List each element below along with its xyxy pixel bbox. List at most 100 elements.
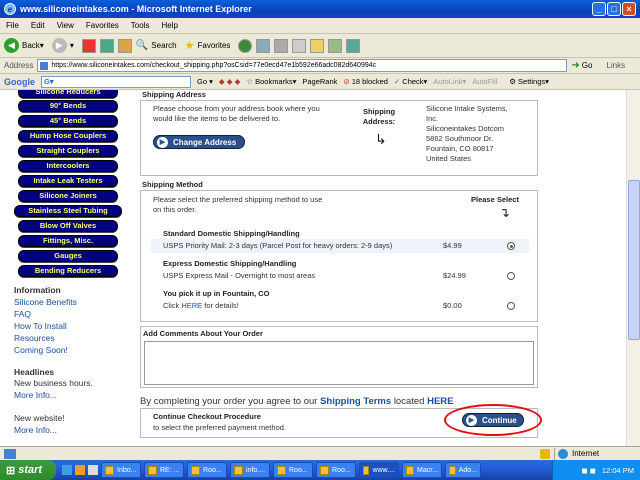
shipping-option-row[interactable]: Click HERE for details! $0.00 (151, 299, 529, 313)
google-go-button[interactable]: Go ▾ (197, 77, 213, 86)
continue-button[interactable]: ▶ Continue (462, 413, 524, 427)
nav-intake-leak-testers[interactable]: Intake Leak Testers (18, 175, 118, 187)
task-ado[interactable]: Ado... (445, 462, 481, 478)
back-button[interactable]: ◀ Back ▾ (4, 38, 44, 53)
pickup-details-link[interactable]: HERE (181, 301, 202, 310)
settings-button[interactable]: ⚙ Settings ▾ (509, 77, 549, 86)
terms-here-link[interactable]: HERE (427, 396, 453, 407)
task-inbox[interactable]: Inbo... (101, 462, 141, 478)
scrollbar-thumb[interactable] (628, 180, 640, 340)
google-options-icons[interactable]: ◆ ◆ ◆ (219, 77, 240, 86)
menu-favorites[interactable]: Favorites (80, 21, 125, 30)
quicklaunch-icon[interactable] (75, 465, 85, 475)
quicklaunch-ie-icon[interactable] (62, 465, 72, 475)
address-line: Fountain, CO 80817 (426, 144, 494, 153)
task-roo[interactable]: Roo... (273, 462, 313, 478)
nav-intercoolers[interactable]: Intercoolers (18, 160, 118, 172)
nav-90-bends[interactable]: 90° Bends (18, 100, 118, 112)
favorites-button[interactable]: ★ Favorites (185, 39, 231, 52)
nav-gauges[interactable]: Gauges (18, 250, 118, 262)
link-faq[interactable]: FAQ (14, 308, 134, 320)
nav-fittings-misc[interactable]: Fittings, Misc. (18, 235, 118, 247)
info-box: Information Silicone Benefits FAQ How To… (14, 284, 134, 436)
minimize-button[interactable]: _ (592, 2, 606, 16)
option-price: $4.99 (443, 241, 462, 250)
comments-textarea[interactable] (144, 341, 534, 385)
stop-icon[interactable] (81, 38, 96, 53)
link-silicone-benefits[interactable]: Silicone Benefits (14, 296, 134, 308)
vertical-scrollbar[interactable] (626, 90, 640, 446)
address-line: 5862 Southmoor Dr. (426, 134, 494, 143)
shipping-radio-express[interactable] (507, 272, 515, 280)
shipping-terms-link[interactable]: Shipping Terms (320, 396, 391, 407)
nav-hump-hose-couplers[interactable]: Hump Hose Couplers (18, 130, 118, 142)
method-instructions-line: on this order. (153, 205, 197, 214)
change-address-button[interactable]: ▶ Change Address (153, 135, 245, 149)
link-resources[interactable]: Resources (14, 332, 134, 344)
discuss-icon[interactable] (310, 38, 325, 53)
google-logo[interactable]: Google (4, 77, 35, 87)
messenger-icon[interactable] (346, 38, 361, 53)
nav-45-bends[interactable]: 45° Bends (18, 115, 118, 127)
address-input[interactable]: https://www.siliconeintakes.com/checkout… (37, 59, 568, 72)
category-sidebar: Silicone Reducers 90° Bends 45° Bends Hu… (0, 90, 138, 446)
task-re[interactable]: RE: ... (144, 462, 184, 478)
adobe-icon (449, 465, 456, 475)
address-label: Address (4, 61, 34, 70)
edit-icon[interactable] (292, 38, 307, 53)
option-description: Click HERE for details! (163, 301, 239, 310)
shipping-radio-pickup[interactable] (507, 302, 515, 310)
task-info[interactable]: info.... (230, 462, 270, 478)
menu-tools[interactable]: Tools (125, 21, 156, 30)
refresh-icon[interactable] (99, 38, 114, 53)
nav-silicone-joiners[interactable]: Silicone Joiners (18, 190, 118, 202)
task-www[interactable]: www.... (359, 462, 399, 478)
tray-icons[interactable]: ◼ ◼ (581, 466, 596, 475)
menu-help[interactable]: Help (155, 21, 183, 30)
forward-button[interactable]: ▶ ▾ (51, 38, 74, 53)
check-button[interactable]: ✓ Check ▾ (394, 77, 427, 86)
nav-bending-reducers[interactable]: Bending Reducers (18, 265, 118, 277)
go-button[interactable]: Go (582, 61, 593, 70)
method-group-name: Standard Domestic Shipping/Handling (163, 229, 300, 238)
nav-stainless-steel-tubing[interactable]: Stainless Steel Tubing (14, 205, 122, 217)
research-icon[interactable] (328, 38, 343, 53)
autolink-button[interactable]: AutoLink ▾ (433, 77, 466, 86)
history-icon[interactable] (238, 38, 253, 53)
shipping-option-row[interactable]: USPS Express Mail - Overnight to most ar… (151, 269, 529, 283)
popup-blocked[interactable]: ⊘ 18 blocked (343, 77, 388, 86)
system-tray: ◼ ◼ 12:04 PM (552, 460, 640, 480)
menu-file[interactable]: File (0, 21, 25, 30)
links-button[interactable]: Links (606, 61, 625, 70)
autofill-button[interactable]: AutoFill (472, 77, 497, 86)
home-icon[interactable] (117, 38, 132, 53)
link-coming-soon[interactable]: Coming Soon! (14, 344, 134, 356)
task-roo[interactable]: Roo... (187, 462, 227, 478)
headline-more-link[interactable]: More Info... (14, 389, 134, 401)
close-button[interactable]: × (622, 2, 636, 16)
search-button[interactable]: 🔍 Search (136, 40, 177, 51)
nav-silicone-reducers[interactable]: Silicone Reducers (18, 90, 118, 98)
address-line: Inc. (426, 114, 439, 123)
bookmark-star-icon: ☆ (246, 77, 254, 86)
task-macr[interactable]: Macr... (402, 462, 442, 478)
print-icon[interactable] (274, 38, 289, 53)
menu-view[interactable]: View (51, 21, 80, 30)
headline-text: New business hours. (14, 378, 93, 388)
start-button[interactable]: ⊞ start (0, 460, 56, 480)
link-how-to-install[interactable]: How To Install (14, 320, 134, 332)
method-group-name: Express Domestic Shipping/Handling (163, 259, 297, 268)
menu-edit[interactable]: Edit (25, 21, 51, 30)
nav-blow-off-valves[interactable]: Blow Off Valves (18, 220, 118, 232)
go-arrow-icon[interactable]: ➜ (571, 60, 579, 71)
maximize-button[interactable]: □ (607, 2, 621, 16)
shipping-option-row[interactable]: USPS Priority Mail: 2-3 days (Parcel Pos… (151, 239, 529, 253)
quicklaunch-icon[interactable] (88, 465, 98, 475)
task-roo[interactable]: Roo... (316, 462, 356, 478)
google-search-input[interactable]: G ▾ (41, 75, 191, 88)
shipping-radio-standard[interactable] (507, 242, 515, 250)
nav-straight-couplers[interactable]: Straight Couplers (18, 145, 118, 157)
mail-icon[interactable] (256, 38, 271, 53)
bookmarks-button[interactable]: ☆ Bookmarks ▾ (246, 77, 296, 86)
headline-more-link[interactable]: More Info... (14, 424, 134, 436)
